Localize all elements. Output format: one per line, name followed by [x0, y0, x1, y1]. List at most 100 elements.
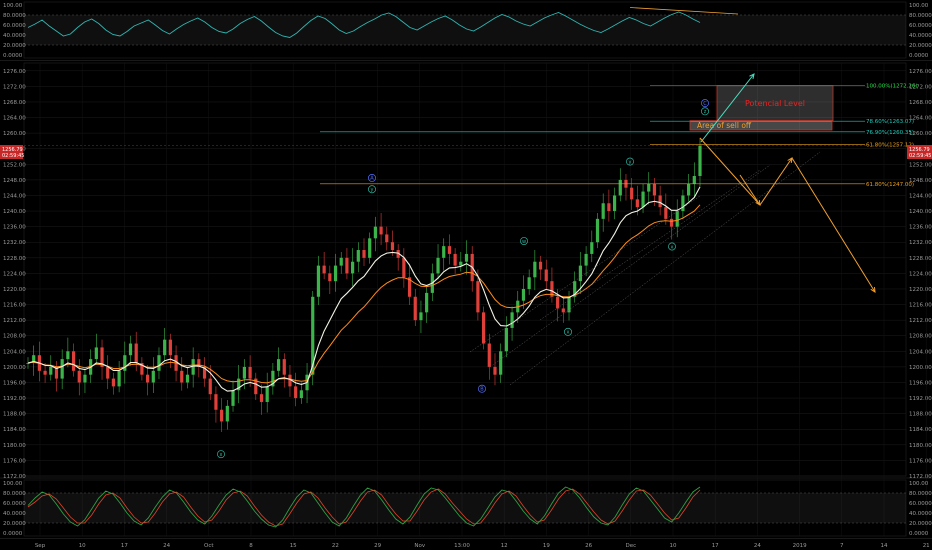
candle-body	[612, 195, 617, 212]
candle-body	[390, 242, 395, 251]
price-tick-label-right: 1188.00	[909, 412, 932, 418]
candle-body	[145, 374, 150, 383]
price-tick-label-left: 1244.00	[3, 193, 26, 199]
price-tick-label-left: 1172.00	[3, 474, 26, 480]
price-tick-label-left: 1224.00	[3, 271, 26, 277]
candle-body	[231, 390, 235, 406]
candle-body	[214, 394, 218, 410]
candle-body	[641, 191, 645, 208]
rsi-tick-label-left: 20.0000	[3, 43, 26, 49]
candle-body	[584, 253, 588, 266]
price-tick-label-right: 1208.00	[909, 334, 932, 340]
rsi-tick-label-left: 0.0000	[3, 53, 23, 59]
candle-body	[373, 226, 377, 239]
candle-body	[493, 366, 497, 375]
price-tick-label-right: 1240.00	[909, 209, 932, 215]
price-tick-label-right: 1172.00	[909, 474, 932, 480]
time-tick-label: 24	[754, 543, 761, 549]
price-tick-label-right: 1232.00	[909, 240, 932, 246]
candle-body	[94, 347, 98, 360]
candle-body	[180, 370, 184, 383]
rsi-tick-label-left: 100.00	[3, 3, 23, 9]
candle-body	[607, 203, 611, 212]
candle-body	[499, 351, 503, 375]
chart-svg[interactable]: 1276.00 1276.001272.00 1272.001268.00 1268.…	[0, 0, 932, 550]
candle-body	[630, 187, 634, 200]
stochastic-tick-label-left: 60.0000	[3, 501, 26, 507]
price-tick-label-left: 1276.00	[3, 69, 26, 75]
price-tick-label-left: 1240.00	[3, 209, 26, 215]
candle-body	[556, 296, 560, 309]
candle-body	[339, 257, 343, 266]
fib-level-label: 61.80%(1247.00)	[866, 182, 914, 188]
candle-body	[379, 226, 383, 235]
candle-body	[618, 179, 622, 196]
candle-body	[163, 339, 167, 356]
price-tick-label-right: 1192.00	[909, 396, 932, 402]
price-tick-label-left: 1212.00	[3, 318, 26, 324]
candle-body	[481, 312, 486, 344]
candle-body	[578, 265, 583, 282]
chart-background	[0, 0, 932, 550]
wave-label: w	[522, 239, 526, 245]
candle-body	[681, 195, 685, 212]
wave-label: C	[703, 101, 707, 107]
candle-body	[49, 366, 53, 375]
time-tick-label: 8	[249, 543, 253, 549]
price-tick-label-left: 1180.00	[3, 443, 26, 449]
candle-body	[66, 351, 70, 360]
candle-body	[220, 409, 224, 422]
candle-body	[157, 355, 161, 371]
stochastic-tick-label-right: 80.0000	[909, 491, 932, 497]
price-tick-label-left: 1176.00	[3, 458, 26, 464]
time-tick-label: 19	[543, 543, 550, 549]
price-tick-label-right: 1196.00	[909, 380, 932, 386]
candle-body	[351, 261, 355, 274]
rsi-tick-label-left: 60.0000	[3, 23, 26, 29]
price-tick-label-right: 1180.00	[909, 443, 932, 449]
price-tick-label-right: 1228.00	[909, 256, 932, 262]
time-tick-label: 13:00	[454, 543, 470, 549]
price-tick-label-left: 1216.00	[3, 303, 26, 309]
candle-body	[185, 374, 190, 383]
time-tick-label: 10	[670, 543, 677, 549]
rsi-tick-label-right: 100.00	[909, 3, 929, 9]
stochastic-tick-label-right: 40.0000	[909, 511, 932, 517]
time-tick-label: 29	[374, 543, 381, 549]
stochastic-tick-label-left: 40.0000	[3, 511, 26, 517]
rsi-tick-label-left: 80.0000	[3, 13, 26, 19]
price-tick-label-right: 1236.00	[909, 225, 932, 231]
tradingview-chart[interactable]: 1276.00 1276.00 1272.00 1272.00 1268.00 1268.…	[0, 0, 932, 550]
stochastic-band	[24, 493, 906, 523]
time-tick-label: Oct	[204, 543, 214, 549]
wave-label: z	[704, 109, 707, 115]
fib-level-label: 78.60%(1263.07)	[866, 119, 914, 125]
candle-body	[402, 257, 406, 278]
candle-body	[595, 218, 600, 243]
price-tick-label-right: 1176.00	[909, 458, 932, 464]
candle-body	[322, 265, 326, 274]
time-tick-label: 15	[290, 543, 297, 549]
price-tick-label-right: 1224.00	[909, 271, 932, 277]
price-tick-label-left: 1184.00	[3, 427, 26, 433]
last-price-countdown: 02:59:45	[909, 153, 931, 159]
price-tick-label-right: 1268.00	[909, 100, 932, 106]
price-tick-label-left: 1192.00	[3, 396, 26, 402]
rsi-tick-label-right: 80.0000	[909, 13, 932, 19]
time-tick-label: 14	[881, 543, 888, 549]
candle-body	[208, 378, 212, 395]
rsi-tick-label-left: 40.0000	[3, 33, 26, 39]
candle-body	[527, 277, 531, 289]
price-tick-label-left: 1260.00	[3, 131, 26, 137]
fib-level-label: 76.90%(1260.35)	[866, 130, 914, 136]
candle-body	[242, 366, 247, 379]
candle-body	[151, 370, 155, 383]
candle-body	[447, 246, 452, 254]
price-tick-label-right: 1216.00	[909, 303, 932, 309]
candle-body	[658, 195, 662, 208]
candle-body	[635, 199, 639, 208]
time-tick-label: 7	[840, 543, 844, 549]
candle-body	[134, 343, 138, 364]
candle-body	[453, 253, 457, 266]
candle-body	[652, 183, 657, 196]
